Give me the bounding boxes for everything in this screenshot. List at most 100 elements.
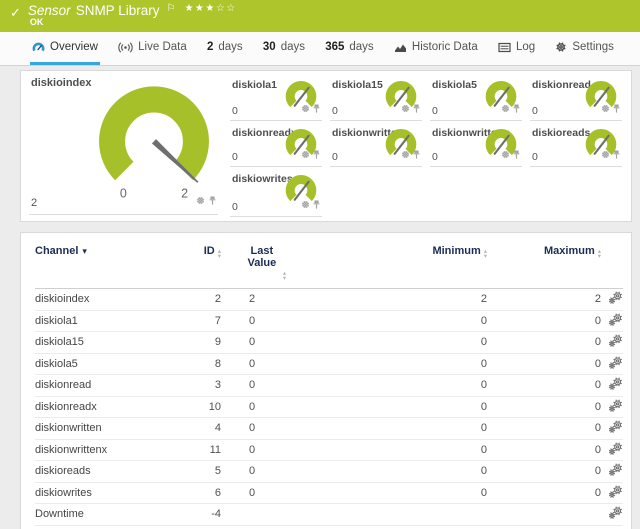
channel-name[interactable]: diskiola15	[35, 332, 167, 354]
primary-gauge: 0 2	[69, 85, 239, 201]
gauge-cell-primary: diskioindex 0 2 2	[29, 73, 218, 215]
gauges-panel: diskioindex 0 2 2 diskiola10diskiola150d…	[20, 70, 632, 222]
column-header-maximum[interactable]: Maximum▴▾	[493, 245, 603, 289]
gauge-title: diskiola5	[432, 79, 477, 91]
channel-name[interactable]: diskionwrittenx	[35, 439, 167, 461]
gauge-cell-empty	[530, 167, 622, 217]
pin-icon[interactable]	[413, 100, 420, 118]
gauge-actions	[401, 146, 420, 164]
channel-settings-icon[interactable]	[609, 334, 623, 350]
pin-icon[interactable]	[209, 192, 216, 210]
column-label: Minimum	[432, 245, 480, 257]
channel-name[interactable]: diskionreadx	[35, 396, 167, 418]
tab-settings[interactable]: Settings	[553, 32, 616, 65]
tab-365-days[interactable]: 365days	[323, 32, 375, 65]
sort-icon: ▴▾	[218, 250, 221, 259]
flag-icon[interactable]: ⚐	[166, 3, 175, 14]
channel-settings-icon[interactable]	[609, 442, 623, 458]
gauge-title: diskiola1	[232, 79, 277, 91]
channel-maximum: 0	[493, 482, 603, 504]
pin-icon[interactable]	[313, 196, 320, 214]
column-header-minimum[interactable]: Minimum ▴▾	[307, 245, 493, 289]
column-label: Maximum	[544, 245, 595, 257]
channel-name[interactable]: diskionwritten	[35, 418, 167, 440]
gauge-cell-diskionwritten: diskionwritten0	[330, 121, 422, 167]
tab-overview[interactable]: Overview	[30, 32, 100, 65]
channel-name[interactable]: Downtime	[35, 504, 167, 526]
gear-icon[interactable]	[501, 100, 510, 118]
table-row: diskiowrites6000	[35, 482, 623, 504]
gear-icon	[555, 41, 567, 53]
channel-last-value: 2	[223, 289, 307, 311]
column-header-id[interactable]: ID▴▾	[167, 245, 223, 289]
gauge-cell-empty	[330, 167, 422, 217]
column-header-channel[interactable]: Channel▾	[35, 245, 167, 289]
channel-minimum: 0	[307, 310, 493, 332]
gauge-icon	[32, 41, 45, 53]
channel-name[interactable]: diskiowrites	[35, 482, 167, 504]
channels-table: Channel▾ ID▴▾ Last Value▴▾ Minimum ▴▾ Max…	[35, 245, 623, 526]
tab-2-days[interactable]: 2days	[205, 32, 245, 65]
pin-icon[interactable]	[513, 100, 520, 118]
tab-label: Log	[516, 41, 535, 53]
channel-settings-icon[interactable]	[609, 377, 623, 393]
channel-settings-icon[interactable]	[609, 506, 623, 522]
table-row: diskiola17000	[35, 310, 623, 332]
gauge-value: 0	[332, 151, 338, 163]
gauge-cell-diskiowrites: diskiowrites0	[230, 167, 322, 217]
channel-last-value: 0	[223, 418, 307, 440]
gear-icon[interactable]	[601, 146, 610, 164]
channel-settings-icon[interactable]	[609, 485, 623, 501]
channel-settings-icon[interactable]	[609, 356, 623, 372]
gear-icon[interactable]	[301, 196, 310, 214]
channel-last-value: 0	[223, 332, 307, 354]
pin-icon[interactable]	[313, 146, 320, 164]
pin-icon[interactable]	[513, 146, 520, 164]
gear-icon[interactable]	[501, 146, 510, 164]
gear-icon[interactable]	[301, 100, 310, 118]
tab-label: Historic Data	[412, 41, 478, 53]
channel-last-value: 0	[223, 439, 307, 461]
gear-icon[interactable]	[301, 146, 310, 164]
tab-historic-data[interactable]: Historic Data	[392, 32, 480, 65]
priority-stars-icon[interactable]: ★★★☆☆	[184, 3, 236, 14]
gauge-actions	[301, 146, 320, 164]
tab-live-data[interactable]: Live Data	[116, 32, 189, 65]
channel-id: 9	[167, 332, 223, 354]
gauge-value: 0	[432, 105, 438, 117]
gear-icon[interactable]	[401, 146, 410, 164]
tab-30-days[interactable]: 30days	[261, 32, 307, 65]
channel-name[interactable]: diskioindex	[35, 289, 167, 311]
table-row: diskioindex2222	[35, 289, 623, 311]
column-header-last-value[interactable]: Last Value▴▾	[223, 245, 307, 289]
channel-minimum: 0	[307, 418, 493, 440]
column-header-settings	[603, 245, 623, 289]
channel-maximum: 0	[493, 418, 603, 440]
channel-name[interactable]: diskiola1	[35, 310, 167, 332]
tab-number: 365	[325, 41, 344, 53]
channel-id: 11	[167, 439, 223, 461]
channel-maximum: 0	[493, 461, 603, 483]
channel-settings-icon[interactable]	[609, 463, 623, 479]
channel-minimum: 0	[307, 353, 493, 375]
channel-name[interactable]: diskionread	[35, 375, 167, 397]
channel-settings-icon[interactable]	[609, 420, 623, 436]
channel-settings-icon[interactable]	[609, 313, 623, 329]
pin-icon[interactable]	[613, 100, 620, 118]
gear-icon[interactable]	[401, 100, 410, 118]
gauge-value: 0	[532, 105, 538, 117]
pin-icon[interactable]	[613, 146, 620, 164]
channel-name[interactable]: diskioreads	[35, 461, 167, 483]
channel-settings-icon[interactable]	[609, 399, 623, 415]
channel-minimum: 0	[307, 482, 493, 504]
pin-icon[interactable]	[413, 146, 420, 164]
sort-icon: ▴▾	[484, 250, 487, 259]
gear-icon[interactable]	[196, 192, 205, 210]
channel-minimum: 0	[307, 396, 493, 418]
channel-settings-icon[interactable]	[609, 291, 623, 307]
tab-label: Overview	[50, 41, 98, 53]
gear-icon[interactable]	[601, 100, 610, 118]
tab-log[interactable]: Log	[496, 32, 537, 65]
channel-name[interactable]: diskiola5	[35, 353, 167, 375]
pin-icon[interactable]	[313, 100, 320, 118]
